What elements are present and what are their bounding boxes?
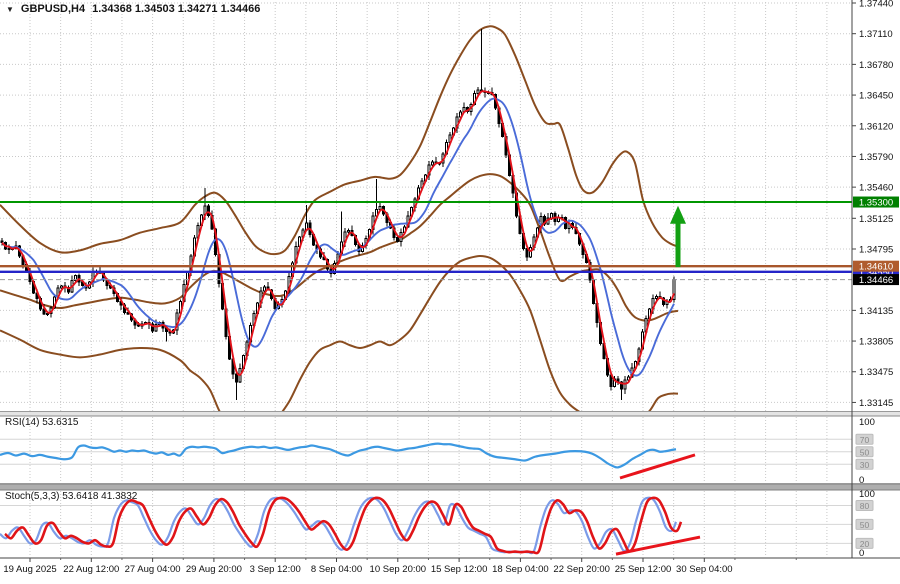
time-tick-label: 15 Sep 12:00 bbox=[431, 564, 488, 575]
up-arrow bbox=[670, 206, 686, 267]
svg-text:1.34610: 1.34610 bbox=[859, 262, 893, 273]
moving-averages bbox=[2, 91, 674, 384]
rsi-panel bbox=[0, 444, 695, 478]
level-badge: 30 bbox=[856, 459, 873, 470]
ma-fast bbox=[2, 91, 674, 384]
price-tick-label: 1.33805 bbox=[859, 337, 893, 348]
level-badge: 20 bbox=[856, 538, 873, 549]
bollinger-upper bbox=[0, 26, 678, 254]
symbol-dropdown-icon[interactable]: ▼ bbox=[6, 5, 14, 14]
scale-top: 100 bbox=[859, 417, 875, 428]
price-badge: 1.34466 bbox=[853, 274, 899, 286]
scale-bottom: 0 bbox=[859, 548, 864, 559]
horizontal-lines bbox=[0, 202, 852, 280]
grid bbox=[0, 2, 852, 555]
ohlc-values: 1.34368 1.34503 1.34271 1.34466 bbox=[92, 3, 260, 15]
level-badge: 70 bbox=[856, 434, 873, 445]
price-tick-label: 1.36450 bbox=[859, 91, 893, 102]
level-badge: 80 bbox=[856, 500, 873, 511]
candles bbox=[1, 29, 675, 400]
price-tick-label: 1.33475 bbox=[859, 367, 893, 378]
level-badge: 50 bbox=[856, 447, 873, 458]
indicator-scale: 100 0 70 50 30 bbox=[856, 417, 875, 486]
time-axis: 19 Aug 2025 22 Aug 12:00 27 Aug 04:00 29 Au… bbox=[3, 558, 796, 575]
svg-text:1.35300: 1.35300 bbox=[859, 198, 893, 209]
svg-text:70: 70 bbox=[860, 435, 870, 445]
time-tick-label: 25 Sep 12:00 bbox=[615, 564, 672, 575]
svg-text:50: 50 bbox=[860, 520, 870, 530]
bollinger-middle bbox=[0, 174, 678, 320]
price-tick-label: 1.37110 bbox=[859, 29, 893, 40]
price-tick-label: 1.37440 bbox=[859, 0, 893, 10]
stoch-panel bbox=[0, 498, 700, 554]
time-tick-label: 29 Aug 20:00 bbox=[186, 564, 242, 575]
price-tick-label: 1.34135 bbox=[859, 306, 893, 317]
svg-text:80: 80 bbox=[860, 501, 870, 511]
price-tick-label: 1.35790 bbox=[859, 152, 893, 163]
level-badge: 50 bbox=[856, 519, 873, 530]
price-tick-label: 1.35460 bbox=[859, 183, 893, 194]
price-tick-label: 1.36120 bbox=[859, 121, 893, 132]
time-tick-label: 22 Aug 12:00 bbox=[63, 564, 119, 575]
time-tick-label: 3 Sep 12:00 bbox=[250, 564, 301, 575]
separator bbox=[0, 484, 900, 490]
time-tick-label: 10 Sep 20:00 bbox=[370, 564, 427, 575]
scale-top: 100 bbox=[859, 489, 875, 500]
rsi-trendline bbox=[620, 455, 695, 478]
svg-text:20: 20 bbox=[860, 539, 870, 549]
chart-window: 1.37440 1.37110 1.36780 1.36450 1.36120 1.357… bbox=[0, 0, 900, 584]
price-tick-label: 1.35125 bbox=[859, 214, 893, 225]
time-tick-label: 22 Sep 20:00 bbox=[553, 564, 610, 575]
stoch-label: Stoch(5,3,3) 53.6418 41.3832 bbox=[5, 491, 137, 502]
time-tick-label: 30 Sep 04:00 bbox=[676, 564, 733, 575]
bollinger-lower bbox=[0, 256, 678, 435]
chart-title: ▼ GBPUSD,H4 1.34368 1.34503 1.34271 1.34… bbox=[6, 3, 260, 15]
time-tick-label: 27 Aug 04:00 bbox=[125, 564, 181, 575]
price-badge: 1.34610 bbox=[853, 261, 899, 273]
separator bbox=[0, 412, 900, 417]
scale-bottom: 0 bbox=[859, 475, 864, 486]
svg-text:1.34466: 1.34466 bbox=[859, 275, 893, 286]
price-axis: 1.37440 1.37110 1.36780 1.36450 1.36120 1.357… bbox=[852, 0, 899, 409]
indicator-scale: 100 0 80 50 20 bbox=[856, 489, 875, 559]
svg-text:50: 50 bbox=[860, 447, 870, 457]
price-tick-label: 1.36780 bbox=[859, 60, 893, 71]
rsi-label: RSI(14) 53.6315 bbox=[5, 417, 78, 428]
time-tick-label: 8 Sep 04:00 bbox=[311, 564, 362, 575]
price-tick-label: 1.33145 bbox=[859, 398, 893, 409]
svg-text:30: 30 bbox=[860, 460, 870, 470]
price-tick-label: 1.34795 bbox=[859, 244, 893, 255]
time-tick-label: 19 Aug 2025 bbox=[3, 564, 56, 575]
symbol-period-label: GBPUSD,H4 bbox=[21, 3, 85, 15]
ma-slow bbox=[2, 99, 674, 376]
time-tick-label: 18 Sep 04:00 bbox=[492, 564, 549, 575]
price-badge: 1.35300 bbox=[853, 197, 899, 209]
